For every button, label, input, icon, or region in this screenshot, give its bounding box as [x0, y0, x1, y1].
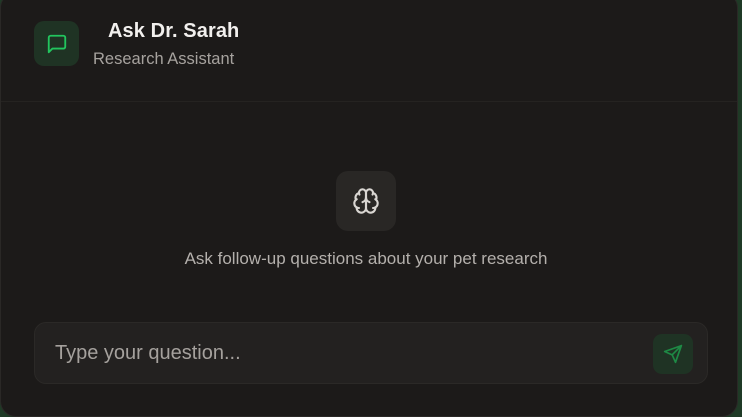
assistant-subtitle: Research Assistant: [93, 50, 235, 68]
assistant-title: Ask Dr. Sarah: [108, 20, 240, 42]
question-input[interactable]: [55, 323, 635, 383]
send-button[interactable]: [653, 334, 693, 374]
brain-icon: [353, 188, 379, 214]
message-square-icon: [47, 34, 66, 53]
empty-state-badge: [336, 171, 396, 231]
question-composer: [34, 322, 708, 384]
send-icon: [663, 344, 683, 364]
chat-header: Ask Dr. Sarah Research Assistant: [1, 1, 737, 102]
empty-state-hint: Ask follow-up questions about your pet r…: [184, 249, 548, 268]
chat-panel: Ask Dr. Sarah Research Assistant Ask fol…: [0, 0, 738, 417]
chat-avatar-badge: [34, 21, 79, 66]
